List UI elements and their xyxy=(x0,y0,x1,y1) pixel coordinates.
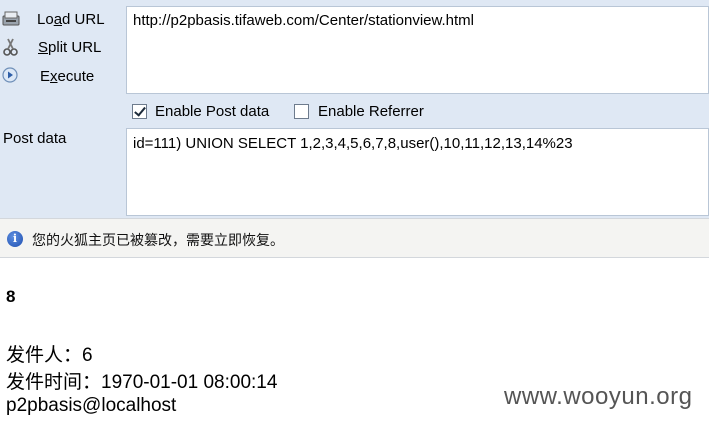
post-data-textarea[interactable]: id=111) UNION SELECT 1,2,3,4,5,6,7,8,use… xyxy=(126,128,709,216)
enable-referrer-label[interactable]: Enable Referrer xyxy=(318,103,424,120)
hackbar-panel: Load URL Split URL Execute http://p2pbas… xyxy=(0,0,709,218)
result-number: 8 xyxy=(6,287,16,306)
load-url-icon xyxy=(2,11,20,26)
enable-referrer-checkbox[interactable] xyxy=(294,104,309,119)
post-data-label: Post data xyxy=(3,130,67,147)
result-user: p2pbasis@localhost xyxy=(6,395,177,416)
load-url-button[interactable]: Load URL xyxy=(0,6,120,32)
split-url-button[interactable]: Split URL xyxy=(0,34,120,60)
info-icon: i xyxy=(7,231,23,247)
url-textarea[interactable]: http://p2pbasis.tifaweb.com/Center/stati… xyxy=(126,6,709,94)
execute-label: Execute xyxy=(40,67,95,85)
notification-message: 您的火狐主页已被篡改，需要立即恢复。 xyxy=(32,233,284,249)
play-icon xyxy=(2,67,18,83)
load-url-label: Load URL xyxy=(37,10,105,28)
split-url-label: Split URL xyxy=(38,38,102,56)
execute-button[interactable]: Execute xyxy=(0,63,120,89)
result-sender: 发件人：6 xyxy=(6,345,93,366)
notification-bar: i 您的火狐主页已被篡改，需要立即恢复。 xyxy=(0,218,709,258)
result-send-time: 发件时间：1970-01-01 08:00:14 xyxy=(6,372,278,393)
enable-post-label[interactable]: Enable Post data xyxy=(155,103,269,120)
scissors-icon xyxy=(3,38,18,56)
watermark: www.wooyun.org xyxy=(504,383,693,410)
enable-post-checkbox[interactable] xyxy=(132,104,147,119)
